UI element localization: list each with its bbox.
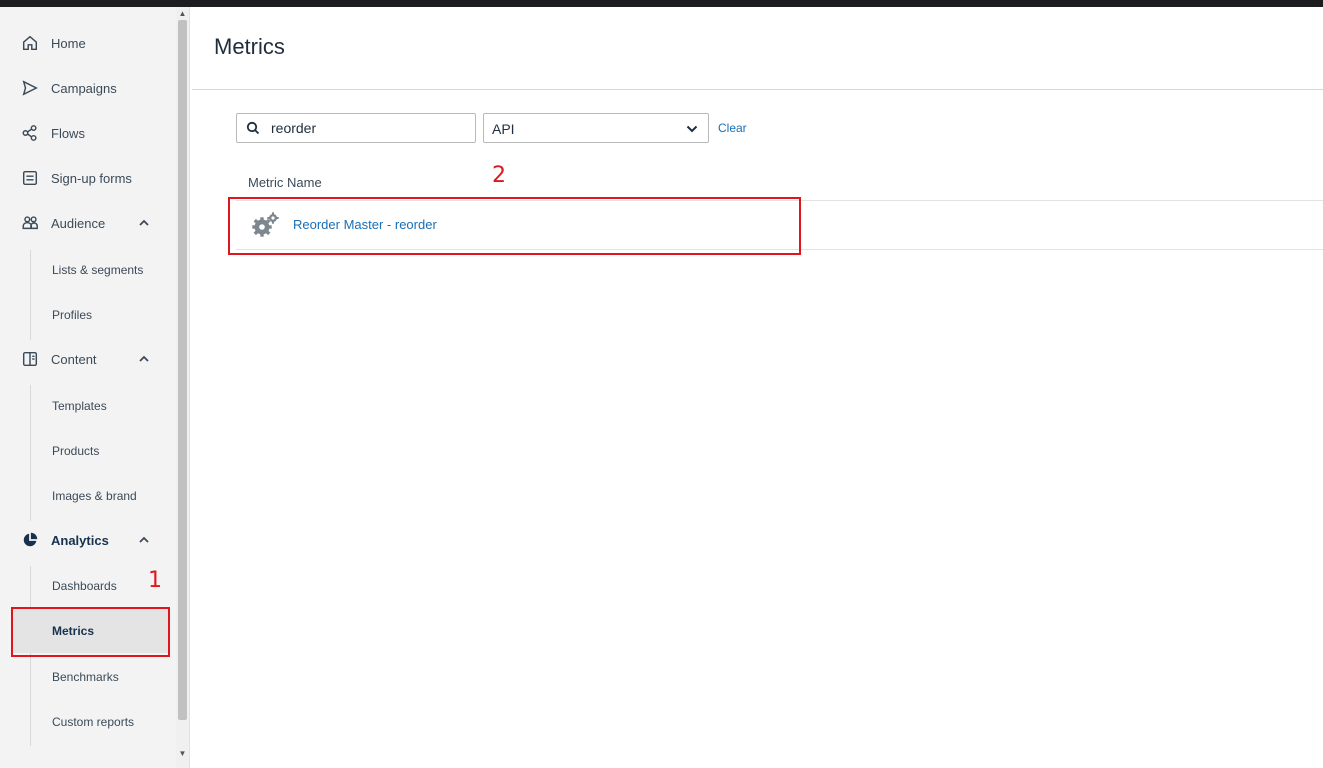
sidebar-subitem-label: Images & brand: [52, 489, 137, 503]
sidebar-subitem-dashboards[interactable]: Dashboards: [12, 564, 168, 608]
sidebar-item-label: Home: [51, 35, 86, 51]
metric-source-select[interactable]: API: [483, 113, 709, 143]
search-field[interactable]: [236, 113, 476, 143]
annotation-highlight-box-1: [11, 607, 170, 657]
sidebar-subitem-custom-reports[interactable]: Custom reports: [12, 700, 168, 744]
sidebar-item-label: Audience: [51, 215, 106, 231]
sidebar-item-label: Sign-up forms: [51, 170, 132, 186]
column-header-metric-name[interactable]: Metric Name: [248, 175, 322, 190]
select-value: API: [492, 121, 515, 137]
chevron-up-icon: [139, 536, 149, 543]
sidebar-subitem-label: Profiles: [52, 308, 93, 322]
sidebar-item-home[interactable]: Home: [0, 23, 176, 63]
annotation-step-number-2: 2: [492, 163, 506, 188]
sidebar-subitem-images-brand[interactable]: Images & brand: [12, 474, 168, 518]
sidebar-subitem-templates[interactable]: Templates: [12, 384, 168, 428]
annotation-highlight-box-2: [228, 197, 801, 255]
sidebar-item-audience[interactable]: Audience: [0, 203, 176, 243]
sidebar-subitem-label: Products: [52, 444, 100, 458]
sidebar-scrollbar-thumb[interactable]: [178, 20, 187, 720]
sidebar-subitem-profiles[interactable]: Profiles: [12, 293, 168, 337]
content-icon: [20, 349, 40, 369]
title-divider: [192, 89, 1323, 90]
scroll-up-arrow-icon[interactable]: ▲: [178, 10, 187, 18]
sidebar-item-label: Campaigns: [51, 80, 117, 96]
sidebar-subitem-label: Lists & segments: [52, 263, 144, 277]
sidebar-subitem-label: Custom reports: [52, 715, 135, 729]
search-icon: [246, 121, 260, 135]
sidebar-item-content[interactable]: Content: [0, 339, 176, 379]
sidebar-subitem-benchmarks[interactable]: Benchmarks: [12, 655, 168, 699]
chevron-up-icon: [139, 219, 149, 226]
audience-icon: [20, 213, 40, 233]
analytics-icon: [20, 530, 40, 550]
sidebar-subitem-label: Dashboards: [52, 579, 117, 593]
sidebar-item-label: Flows: [51, 125, 85, 141]
search-input[interactable]: [271, 118, 467, 138]
chevron-up-icon: [139, 355, 149, 362]
sidebar-item-signup-forms[interactable]: Sign-up forms: [0, 158, 176, 198]
sidebar-subitem-label: Benchmarks: [52, 670, 119, 684]
scroll-down-arrow-icon[interactable]: ▼: [178, 750, 187, 758]
chevron-down-icon: [686, 125, 698, 133]
page-title: Metrics: [214, 34, 285, 59]
top-bar: [0, 0, 1323, 7]
send-icon: [20, 78, 40, 98]
annotation-step-number-1: 1: [148, 568, 162, 593]
sidebar-item-campaigns[interactable]: Campaigns: [0, 68, 176, 108]
sidebar-subitem-lists-segments[interactable]: Lists & segments: [12, 248, 168, 292]
sidebar-item-label: Analytics: [51, 532, 109, 548]
form-icon: [20, 168, 40, 188]
sidebar-item-label: Content: [51, 351, 97, 367]
sidebar-item-analytics[interactable]: Analytics: [0, 520, 176, 560]
sidebar-subitem-products[interactable]: Products: [12, 429, 168, 473]
sidebar-item-flows[interactable]: Flows: [0, 113, 176, 153]
flows-icon: [20, 123, 40, 143]
sidebar-subitem-label: Templates: [52, 399, 107, 413]
clear-filters-link[interactable]: Clear: [718, 121, 747, 135]
home-icon: [20, 33, 40, 53]
